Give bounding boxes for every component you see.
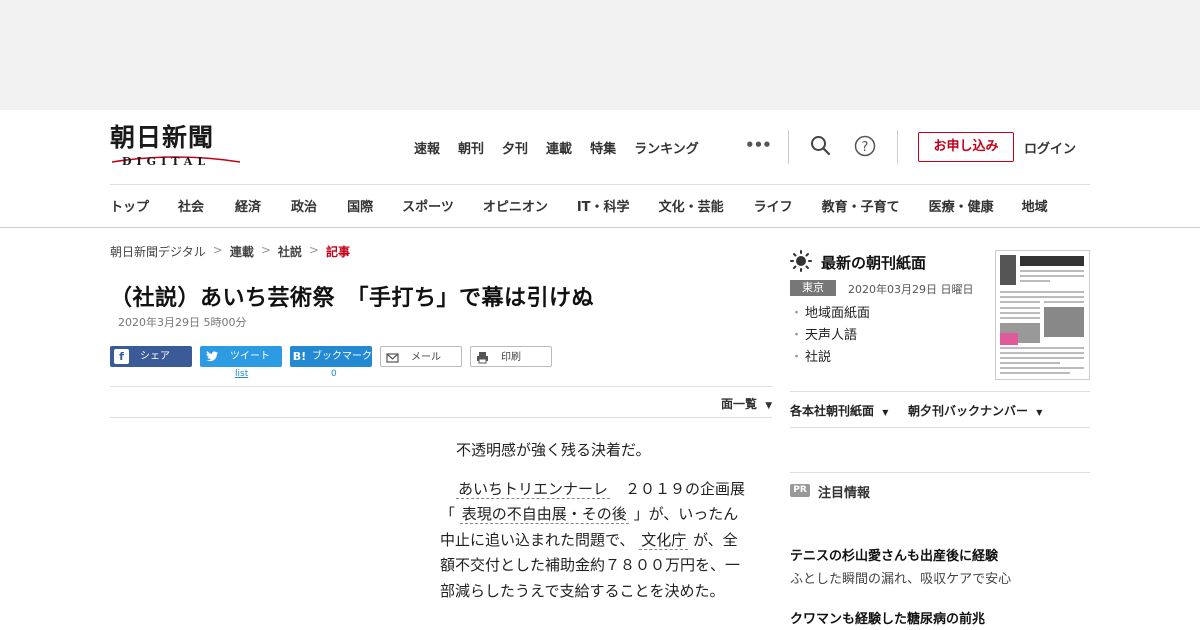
login-link[interactable]: ログイン [1024,138,1076,157]
caret-down-icon: ▼ [765,401,773,411]
edition-date: 2020年03月29日 日曜日 [848,283,974,296]
latest-paper-title: 最新の朝刊紙面 [821,254,927,272]
hatena-bookmark-button[interactable]: B! ブックマーク [290,346,372,367]
hatena-bookmark-icon: B! [292,350,307,363]
caret-down-icon: ▼ [882,408,889,417]
pr-section-title: 注目情報 [818,486,871,501]
top-nav-item[interactable]: 連載 [546,138,572,158]
breadcrumb-current: 記事 [325,245,350,259]
site-logo[interactable]: 朝日新聞 DIGITAL [110,124,242,170]
twitter-bird-icon [204,349,219,364]
printer-icon [475,350,490,365]
article-title: （社説）あいち芸術祭 「手打ち」で幕は引けぬ [110,286,595,311]
divider [110,386,772,387]
tweet-count[interactable]: list [235,369,248,379]
search-icon[interactable] [809,134,833,158]
logo-sub: DIGITAL [110,154,242,170]
paper-links: 地域面紙面 天声人語 社説 [796,305,870,371]
mail-share-button[interactable]: メール [380,346,462,367]
paper-link[interactable]: 社説 [796,349,870,366]
category-item[interactable]: スポーツ [402,196,454,216]
category-item[interactable]: 国際 [347,196,373,216]
pr-item-headline[interactable]: クワマンも経験した糖尿病の前兆 [790,608,985,627]
divider [110,184,1090,185]
divider [790,391,1090,392]
hatena-bookmark-label: ブックマーク [312,351,372,362]
page-list-label: 面一覧 [721,397,758,411]
help-icon[interactable]: ? [853,134,877,158]
more-menu-icon[interactable]: ••• [745,136,772,154]
article-date: 2020年3月29日 5時00分 [118,316,247,329]
logo-sub-text: DIGITAL [122,155,211,168]
edition-tag: 東京 [790,280,836,296]
breadcrumb-item[interactable]: 朝日新聞デジタル [110,243,206,260]
top-nav-item[interactable]: 夕刊 [502,138,528,158]
pr-item-subtext[interactable]: ふとした瞬間の漏れ、吸収ケアで安心 [790,568,1011,587]
article-paragraph: 不透明感が強く残る決着だ。 [456,441,651,459]
category-item[interactable]: IT・科学 [577,196,630,216]
category-item[interactable]: 政治 [291,196,317,216]
breadcrumb-separator: > [260,243,271,257]
print-button[interactable]: 印刷 [470,346,552,367]
divider [110,417,772,418]
article-body: 不透明感が強く残る決着だ。 あいちトリエンナーレ ２０１９の企画展「 表現の不自… [440,438,750,617]
category-item[interactable]: オピニオン [483,196,548,216]
mail-label: メール [411,352,441,363]
breadcrumb-separator: > [308,243,319,257]
ad-banner [0,0,1200,110]
page-list-dropdown[interactable]: 面一覧 ▼ [721,395,772,412]
dropdown-label: 各本社朝刊紙面 [790,404,875,418]
breadcrumb-item[interactable]: 社説 [278,243,302,260]
keyword-link[interactable]: 表現の不自由展・その後 [459,505,629,524]
sun-icon [790,250,812,272]
top-nav-item[interactable]: 特集 [590,138,616,158]
category-item[interactable]: 医療・健康 [929,196,994,216]
caret-down-icon: ▼ [1036,408,1043,417]
pr-item-headline[interactable]: テニスの杉山愛さんも出産後に経験 [790,545,998,564]
divider [790,427,1090,428]
twitter-share-button[interactable]: ツイート [200,346,282,367]
breadcrumb-item[interactable]: 連載 [230,243,254,260]
category-item[interactable]: 文化・芸能 [659,196,724,216]
svg-text:?: ? [862,140,869,155]
category-item[interactable]: ライフ [754,196,793,216]
newspaper-thumbnail[interactable] [995,250,1090,380]
category-item[interactable]: 教育・子育て [822,196,900,216]
article-paragraph: あいちトリエンナーレ ２０１９の企画展「 表現の不自由展・その後 」が、いったん… [440,477,750,605]
facebook-icon: f [114,349,129,364]
breadcrumb: 朝日新聞デジタル > 連載 > 社説 > 記事 [110,243,350,260]
facebook-share-button[interactable]: f シェア [110,346,192,367]
paper-link[interactable]: 天声人語 [796,327,870,344]
top-nav-item[interactable]: 朝刊 [458,138,484,158]
mail-icon [385,350,400,365]
regional-papers-dropdown[interactable]: 各本社朝刊紙面 ▼ [790,402,888,419]
site-header: 朝日新聞 DIGITAL 速報 朝刊 夕刊 連載 特集 ランキング ••• ? … [0,110,1200,228]
divider [897,130,898,164]
divider [788,130,789,164]
print-label: 印刷 [501,352,521,363]
facebook-share-label: シェア [140,351,170,362]
latest-paper-heading: 最新の朝刊紙面 [790,250,990,274]
dropdown-label: 朝夕刊バックナンバー [908,404,1029,418]
top-nav: 速報 朝刊 夕刊 連載 特集 ランキング [414,138,717,158]
newspaper-thumbnail-image [1000,255,1084,374]
subscribe-button[interactable]: お申し込み [918,132,1014,162]
top-nav-item[interactable]: ランキング [634,138,699,158]
category-item[interactable]: トップ [110,196,149,216]
paper-link[interactable]: 地域面紙面 [796,305,870,322]
category-item[interactable]: 社会 [178,196,204,216]
pr-badge: PR [790,484,810,497]
keyword-link[interactable]: 文化庁 [639,530,689,550]
breadcrumb-separator: > [212,243,223,257]
twitter-share-label: ツイート [230,351,270,362]
back-numbers-dropdown[interactable]: 朝夕刊バックナンバー ▼ [908,402,1042,419]
category-item[interactable]: 経済 [235,196,261,216]
logo-main-text: 朝日新聞 [110,123,215,152]
divider [790,472,1090,473]
top-nav-item[interactable]: 速報 [414,138,440,158]
keyword-link[interactable]: あいちトリエンナーレ [456,479,611,499]
category-nav: トップ 社会 経済 政治 国際 スポーツ オピニオン IT・科学 文化・芸能 ラ… [110,196,1200,216]
category-item[interactable]: 地域 [1022,196,1048,216]
bookmark-count: 0 [331,369,337,379]
